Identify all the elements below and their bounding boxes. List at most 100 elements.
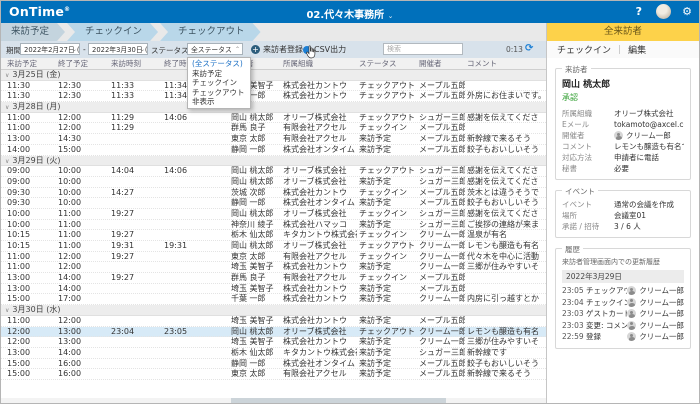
cell-org: 株式会社ハマッコ — [283, 220, 357, 231]
checkin-action-link[interactable]: チェックイン — [557, 43, 611, 56]
cell-status: 来訪予定 — [359, 359, 417, 370]
tab-visit-schedule[interactable]: 来訪予定 — [1, 23, 65, 41]
cell-comment: レモンも醸造も有名 — [467, 241, 545, 252]
table-row[interactable]: 13:0014:00埼玉 美智子株式会社カントウ来訪予定メープル五郎 — [1, 284, 546, 295]
date-group-row[interactable]: ∨3月30日 (水) — [1, 305, 546, 316]
cell-start: 11:00 — [7, 113, 55, 124]
table-row[interactable]: 10:1511:0019:27栃木 仙太郎キタカントウ株式会社チェックインクリー… — [1, 230, 546, 241]
table-row[interactable]: 09:3010:00静岡 一郎株式会社オンタイム来訪予定メープル五郎餃子もおいし… — [1, 198, 546, 209]
user-avatar[interactable] — [656, 4, 671, 19]
table-row[interactable]: 11:0012:00埼玉 美智子株式会社カントウ来訪予定メープル五郎 — [1, 316, 546, 327]
mouse-cursor — [305, 45, 317, 59]
column-header[interactable]: コメント — [467, 58, 545, 69]
column-header[interactable]: ステータス — [359, 58, 417, 69]
cell-org: 株式会社オンタイム — [283, 198, 357, 209]
edit-action-link[interactable]: 編集 — [628, 43, 646, 56]
cell-out-time: 14:06 — [164, 113, 206, 124]
table-row[interactable]: 09:0010:0014:0414:06岡山 桃太郎オリーブ株式会社チェックアウ… — [1, 166, 546, 177]
table-row[interactable]: 12:0013:0023:0423:05岡山 桃太郎オリーブ株式会社チェックアウ… — [1, 327, 546, 338]
scrollbar-thumb[interactable] — [231, 398, 446, 403]
cell-org: 株式会社カントウ — [283, 91, 357, 102]
cell-org: オリーブ株式会社 — [283, 166, 357, 177]
column-header[interactable]: 開催者 — [419, 58, 465, 69]
horizontal-scrollbar[interactable] — [1, 398, 546, 403]
table-row[interactable]: 11:0012:0011:2914:06岡山 桃太郎オリーブ株式会社チェックアウ… — [1, 113, 546, 124]
tab-check-in[interactable]: チェックイン — [67, 23, 158, 41]
cell-status: チェックアウト — [359, 91, 417, 102]
table-row[interactable]: 11:0012:0019:27東京 太郎有限会社アクセルチェックインクリーム一郎… — [1, 252, 546, 263]
visitor-box-legend: 来訪者 — [562, 64, 591, 75]
cell-start: 09:00 — [7, 177, 55, 188]
cell-org: 株式会社カントウ — [283, 337, 357, 348]
table-row[interactable]: 13:0014:0019:27群馬 良子有限会社アクセルチェックインメープル五郎 — [1, 273, 546, 284]
tab-check-out[interactable]: チェックアウト — [160, 23, 261, 41]
cell-comment: ご挨拶の連絡が来ま — [467, 220, 545, 231]
table-row[interactable]: 12:0013:00埼玉 美智子株式会社カントウ来訪予定クリーム一郎三郷が住みや… — [1, 337, 546, 348]
group-date-label: 3月30日 (水) — [12, 305, 60, 314]
cell-organizer: シュガー三郎 — [419, 220, 465, 231]
date-group-row[interactable]: ∨3月29日 (火) — [1, 156, 546, 167]
cell-org: オリーブ株式会社 — [283, 177, 357, 188]
cell-comment: 感謝を伝えてくださ — [467, 113, 545, 124]
cell-organizer: クリーム一郎 — [419, 327, 465, 338]
table-row[interactable]: 11:0012:00埼玉 美智子株式会社カントウ来訪予定クリーム一郎三郷が住みや… — [1, 262, 546, 273]
status-option[interactable]: 来訪予定 — [188, 69, 250, 79]
cell-visitor: 栃木 仙太郎 — [231, 348, 281, 359]
table-row[interactable]: 09:0010:00岡山 桃太郎オリーブ株式会社来訪予定シュガー三郎感謝を伝えて… — [1, 177, 546, 188]
field-value: クリーム一郎 — [614, 130, 671, 141]
office-selector[interactable]: 02.代々木事務所 ⌄ — [1, 6, 699, 21]
status-option[interactable]: チェックアウト — [188, 88, 250, 98]
cell-org: 有限会社アクセル — [283, 134, 357, 145]
column-header[interactable]: 来訪時刻 — [111, 58, 159, 69]
gear-icon[interactable]: ⚙ — [682, 5, 692, 18]
column-header[interactable]: 来訪予定 — [7, 58, 55, 69]
table-row[interactable]: 10:0011:00神奈川 綾子株式会社ハマッコ来訪予定シュガー三郎ご挨拶の連絡… — [1, 220, 546, 231]
table-row[interactable]: 09:3010:0014:27茨城 次郎株式会社カントウチェックインメープル五郎… — [1, 188, 546, 199]
cell-end: 16:00 — [58, 359, 106, 370]
search-input[interactable] — [383, 43, 463, 55]
cell-end: 12:30 — [58, 81, 106, 92]
date-group-row[interactable]: ∨3月25日 (金) — [1, 70, 546, 81]
all-visitors-button[interactable]: 全来訪者 — [547, 23, 699, 41]
date-group-row[interactable]: ∨3月28日 (月) — [1, 102, 546, 113]
refresh-icon[interactable]: ⟳ — [525, 43, 533, 54]
table-row[interactable]: 10:1511:0019:3119:31岡山 桃太郎オリーブ株式会社チェックアウ… — [1, 241, 546, 252]
status-option[interactable]: チェックイン — [188, 78, 250, 88]
status-option[interactable]: (全ステータス) — [188, 59, 250, 69]
cell-end: 16:00 — [58, 369, 106, 380]
detail-panel: チェックイン | 編集 来訪者 岡山 桃太郎 承認 所属組織オリーブ株式会社Eメ… — [547, 41, 699, 403]
history-action: 登録 — [586, 331, 627, 343]
register-visitor-button[interactable]: +来訪者登録 — [251, 43, 303, 56]
field-value: 通常の会議を作成 — [614, 199, 674, 210]
panel-actions: チェックイン | 編集 — [547, 41, 699, 58]
field-value-text: 会議室01 — [614, 210, 646, 221]
table-row[interactable]: 15:0017:00千葉 一郎株式会社カントウ来訪予定クリーム一郎内房に引っ越す… — [1, 294, 546, 305]
table-row[interactable]: 11:3012:3011:3311:34埼玉 美智子株式会社カントウチェックアウ… — [1, 81, 546, 92]
history-person: クリーム一郎 — [627, 297, 684, 309]
date-from-select[interactable]: 2022年2月27日 (日)⌄ — [20, 43, 80, 55]
help-icon[interactable]: ? — [636, 5, 642, 18]
cell-comment: 代々木を中心に活動 — [467, 252, 545, 263]
table-row[interactable]: 15:0016:00東京 太郎有限会社アクセル来訪予定メープル五郎新幹線で来るそ… — [1, 369, 546, 380]
field-value: 3 / 6 人 — [614, 221, 641, 232]
table-row[interactable]: 11:3012:3011:3311:34千葉 一郎株式会社カントウチェックアウト… — [1, 91, 546, 102]
status-option[interactable]: 非表示 — [188, 97, 250, 107]
table-row[interactable]: 13:0014:00栃木 仙太郎キタカントウ株式会社来訪予定シュガー三郎新幹線で… — [1, 348, 546, 359]
column-header[interactable]: 所属組織 — [283, 58, 357, 69]
table-row[interactable]: 10:0011:0019:27岡山 桃太郎オリーブ株式会社チェックインシュガー三… — [1, 209, 546, 220]
cell-start: 10:00 — [7, 220, 55, 231]
table-row[interactable]: 13:0014:30東京 太郎有限会社アクセル来訪予定メープル五郎新幹線で来るそ… — [1, 134, 546, 145]
history-person-name: クリーム一郎 — [639, 297, 684, 309]
history-person: クリーム一郎 — [627, 285, 684, 297]
table-row[interactable]: 15:0016:00静岡 一郎株式会社オンタイム来訪予定メープル五郎餃子もおいし… — [1, 359, 546, 370]
column-header[interactable]: 終了予定 — [58, 58, 106, 69]
chevron-down-icon: ⌄ — [388, 12, 394, 20]
table-row[interactable]: 11:0012:0011:29群馬 良子有限会社アクセルチェックインメープル五郎 — [1, 123, 546, 134]
status-select[interactable]: 全ステータス⌃ — [187, 43, 243, 55]
table-row[interactable]: 14:0015:00静岡 一郎株式会社オンタイム来訪予定メープル五郎餃子もおいし… — [1, 145, 546, 156]
date-to-select[interactable]: 2022年3月30日 (水)⌄ — [88, 43, 148, 55]
history-person: クリーム一郎 — [627, 320, 684, 332]
cell-end: 11:00 — [58, 241, 106, 252]
view-tabs: 来訪予定チェックインチェックアウト — [1, 23, 546, 41]
status-dropdown: (全ステータス)来訪予定チェックインチェックアウト非表示 — [187, 57, 251, 109]
